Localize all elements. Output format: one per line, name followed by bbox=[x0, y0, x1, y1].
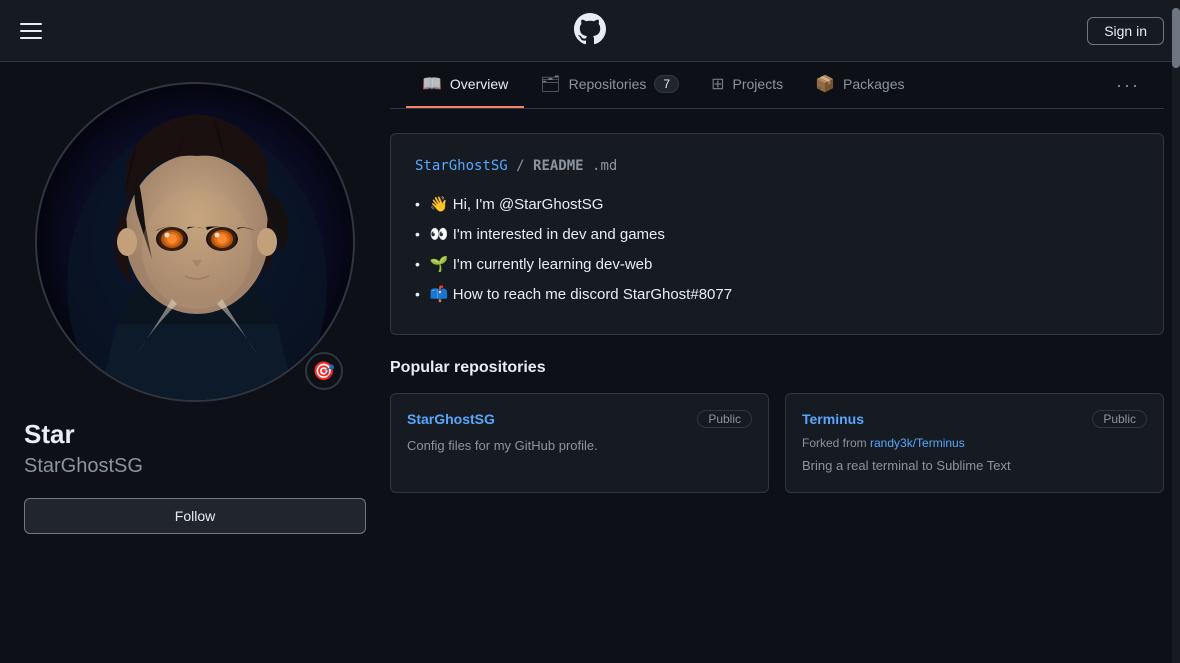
follow-button[interactable]: Follow bbox=[24, 498, 366, 534]
repositories-badge: 7 bbox=[654, 75, 679, 93]
user-login-name: StarGhostSG bbox=[24, 455, 366, 478]
repo-card-header: Terminus Public bbox=[802, 410, 1147, 428]
readme-bullet: • bbox=[415, 280, 420, 308]
tab-repositories-label: Repositories bbox=[569, 76, 647, 92]
repo-card: Terminus Public Forked from randy3k/Term… bbox=[785, 393, 1164, 493]
readme-item-text: 👀 I'm interested in dev and games bbox=[430, 220, 665, 250]
tab-repositories[interactable]: 🗂 Repositories 7 bbox=[524, 62, 695, 108]
readme-bullet: • bbox=[415, 190, 420, 218]
github-logo[interactable] bbox=[574, 13, 606, 48]
avatar-container: 🎯 bbox=[35, 82, 355, 402]
popular-repos-section: Popular repositories StarGhostSG Public … bbox=[390, 359, 1164, 493]
readme-bullet: • bbox=[415, 220, 420, 248]
readme-list-item: • 👀 I'm interested in dev and games bbox=[415, 220, 1139, 250]
tabs-list: 📖 Overview 🗂 Repositories 7 ⊞ Projects 📦… bbox=[406, 62, 921, 108]
readme-list-item: • 🌱 I'm currently learning dev-web bbox=[415, 250, 1139, 280]
tab-packages-label: Packages bbox=[843, 76, 904, 92]
readme-repo-name: StarGhostSG bbox=[415, 158, 508, 174]
tab-packages[interactable]: 📦 Packages bbox=[799, 62, 920, 108]
readme-item-text: 🌱 I'm currently learning dev-web bbox=[430, 250, 652, 280]
readme-separator: / bbox=[516, 158, 533, 174]
avatar bbox=[35, 82, 355, 402]
repo-card-badge: Public bbox=[1092, 410, 1147, 428]
repo-card: StarGhostSG Public Config files for my G… bbox=[390, 393, 769, 493]
readme-list: • 👋 Hi, I'm @StarGhostSG• 👀 I'm interest… bbox=[415, 190, 1139, 310]
readme-header: StarGhostSG / README .md bbox=[415, 158, 1139, 174]
repo-card-badge: Public bbox=[697, 410, 752, 428]
page-scrollbar bbox=[1172, 0, 1180, 663]
sign-in-button[interactable]: Sign in bbox=[1087, 17, 1164, 45]
popular-repos-title: Popular repositories bbox=[390, 359, 1164, 377]
overview-icon: 📖 bbox=[422, 74, 442, 94]
packages-icon: 📦 bbox=[815, 74, 835, 94]
projects-icon: ⊞ bbox=[711, 74, 724, 94]
repo-card-desc: Bring a real terminal to Sublime Text bbox=[802, 456, 1147, 476]
readme-file-bold: README bbox=[533, 158, 584, 174]
tab-projects-label: Projects bbox=[733, 76, 784, 92]
user-display-name: Star bbox=[24, 418, 366, 451]
tabs-more-button[interactable]: ··· bbox=[1108, 67, 1148, 104]
tabs-nav: 📖 Overview 🗂 Repositories 7 ⊞ Projects 📦… bbox=[390, 62, 1164, 109]
repo-card-name[interactable]: Terminus bbox=[802, 411, 864, 427]
readme-list-item: • 👋 Hi, I'm @StarGhostSG bbox=[415, 190, 1139, 220]
page-scrollbar-thumb[interactable] bbox=[1172, 8, 1180, 68]
tab-overview-label: Overview bbox=[450, 76, 508, 92]
readme-file-ext: .md bbox=[592, 158, 617, 174]
hamburger-menu-button[interactable] bbox=[16, 19, 46, 43]
repo-card-forked: Forked from randy3k/Terminus bbox=[802, 436, 1147, 450]
repositories-icon: 🗂 bbox=[540, 74, 560, 94]
readme-item-text: 👋 Hi, I'm @StarGhostSG bbox=[430, 190, 603, 220]
tab-projects[interactable]: ⊞ Projects bbox=[695, 62, 799, 108]
header-left bbox=[16, 19, 46, 43]
readme-card: StarGhostSG / README .md • 👋 Hi, I'm @St… bbox=[390, 133, 1164, 335]
header: Sign in bbox=[0, 0, 1180, 62]
content-area: 📖 Overview 🗂 Repositories 7 ⊞ Projects 📦… bbox=[390, 62, 1180, 663]
repo-card-desc: Config files for my GitHub profile. bbox=[407, 436, 752, 456]
forked-from-link[interactable]: randy3k/Terminus bbox=[870, 436, 965, 450]
repos-grid: StarGhostSG Public Config files for my G… bbox=[390, 393, 1164, 493]
readme-item-text: 📫 How to reach me discord StarGhost#8077 bbox=[430, 280, 732, 310]
repo-card-name[interactable]: StarGhostSG bbox=[407, 411, 495, 427]
sidebar: 🎯 Star StarGhostSG Follow bbox=[0, 62, 390, 663]
avatar-image bbox=[37, 84, 355, 402]
readme-bullet: • bbox=[415, 250, 420, 278]
main-container: 🎯 Star StarGhostSG Follow 📖 Overview 🗂 R… bbox=[0, 62, 1180, 663]
tab-overview[interactable]: 📖 Overview bbox=[406, 62, 524, 108]
readme-list-item: • 📫 How to reach me discord StarGhost#80… bbox=[415, 280, 1139, 310]
achievement-badge: 🎯 bbox=[305, 352, 343, 390]
repo-card-header: StarGhostSG Public bbox=[407, 410, 752, 428]
